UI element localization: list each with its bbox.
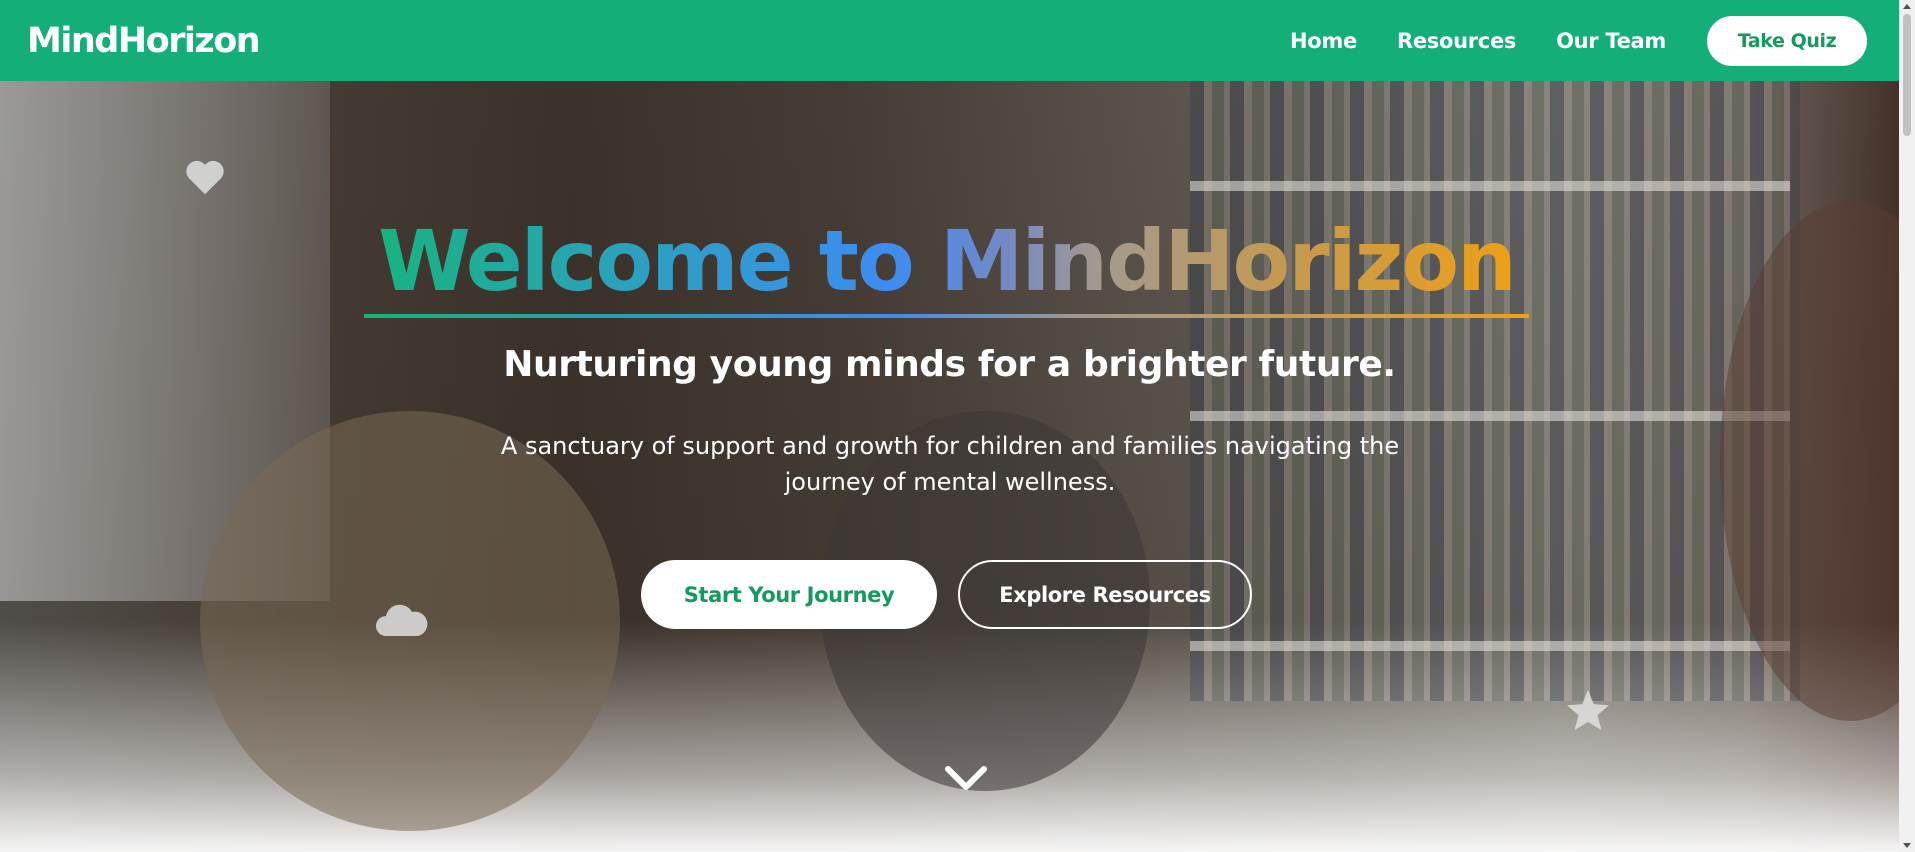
nav-link-home[interactable]: Home [1290,29,1357,53]
hero-section: Welcome to MindHorizon Nurturing young m… [0,81,1899,852]
nav-links: Home Resources Our Team Take Quiz [1290,15,1867,66]
navbar: MindHorizon Home Resources Our Team Take… [0,0,1899,81]
title-underline [364,314,1529,318]
nav-link-our-team[interactable]: Our Team [1556,29,1666,53]
scrollbar-thumb[interactable] [1903,14,1911,136]
nav-link-resources[interactable]: Resources [1397,29,1516,53]
star-icon [1565,688,1611,736]
chevron-down-icon[interactable] [944,762,988,794]
hero-description: A sanctuary of support and growth for ch… [500,432,1400,496]
hero-background-bookshelf [1190,81,1800,701]
cloud-icon [374,600,428,644]
hero-subtitle: Nurturing young minds for a brighter fut… [503,344,1396,385]
hero-title: Welcome to MindHorizon [364,214,1529,309]
site-logo[interactable]: MindHorizon [27,21,261,61]
shelf-divider [1190,411,1790,421]
start-journey-button[interactable]: Start Your Journey [641,560,937,629]
shelf-divider [1190,181,1790,191]
explore-resources-button[interactable]: Explore Resources [958,560,1252,629]
take-quiz-button[interactable]: Take Quiz [1707,15,1867,66]
shelf-divider [1190,641,1790,651]
scroll-up-icon[interactable] [1903,4,1911,9]
page-scrollbar[interactable] [1899,0,1915,852]
scroll-down-icon[interactable] [1903,843,1911,848]
heart-icon [184,158,226,200]
